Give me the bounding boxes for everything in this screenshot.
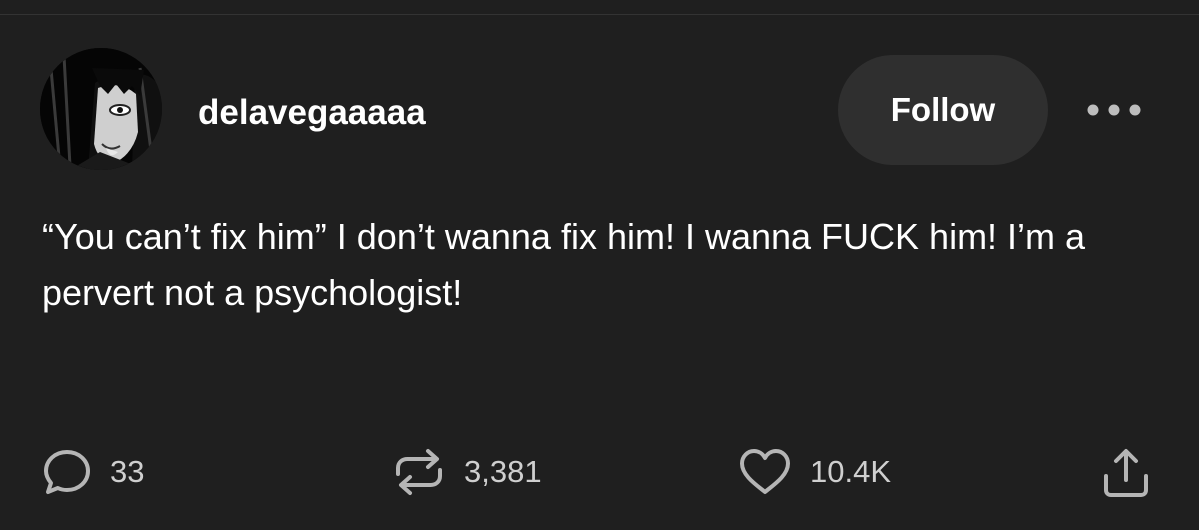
share-button[interactable] (1098, 446, 1154, 502)
more-horizontal-icon (1087, 104, 1141, 116)
reply-count: 33 (110, 454, 145, 489)
repost-button[interactable]: 3,381 (392, 446, 542, 498)
avatar-illustration (40, 48, 162, 170)
heart-icon (740, 449, 790, 494)
avatar[interactable] (40, 48, 162, 170)
like-count: 10.4K (810, 454, 892, 489)
share-icon (1104, 449, 1148, 497)
repost-icon (396, 449, 442, 495)
reply-button[interactable]: 33 (42, 446, 144, 498)
follow-button-label: Follow (890, 91, 996, 128)
comment-icon (44, 450, 90, 494)
top-divider (0, 14, 1199, 15)
like-button[interactable]: 10.4K (738, 446, 891, 498)
repost-count: 3,381 (464, 454, 542, 489)
username[interactable]: delavegaaaaa (198, 91, 426, 135)
more-options-button[interactable] (1082, 93, 1146, 127)
follow-button[interactable]: Follow (838, 55, 1048, 165)
post-text: “You can’t fix him” I don’t wanna fix hi… (42, 216, 1086, 313)
